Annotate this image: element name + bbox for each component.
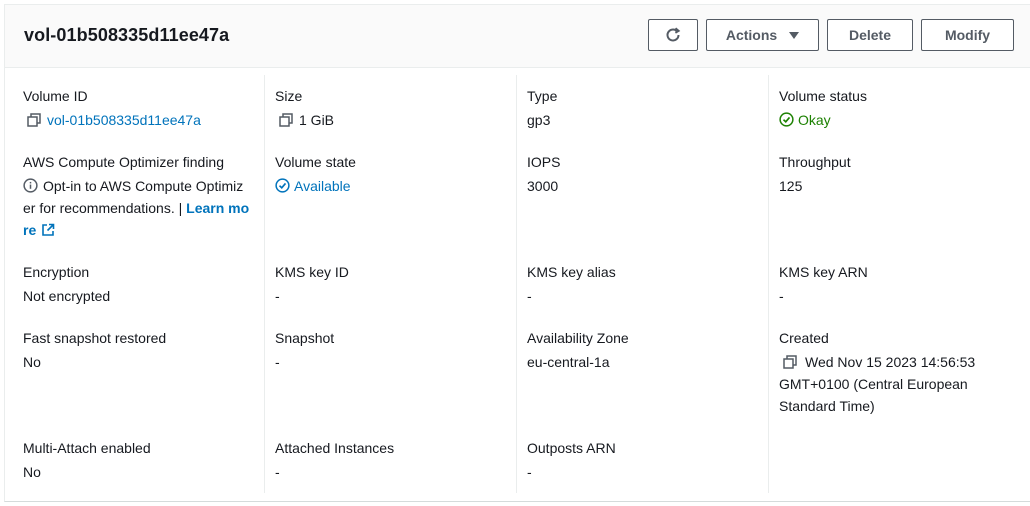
field-value: Wed Nov 15 2023 14:56:53 GMT+0100 (Centr… — [779, 351, 1014, 417]
field-value: Okay — [779, 109, 1014, 131]
caret-down-icon — [789, 31, 800, 39]
field-value: Available — [275, 175, 510, 197]
field-value: eu-central-1a — [527, 354, 610, 370]
created-line-1: Wed Nov 15 2023 14:56:53 — [805, 354, 976, 370]
field-type: Type gp3 — [527, 85, 762, 131]
field-kms-key-id: KMS key ID - — [275, 261, 510, 307]
field-kms-key-arn: KMS key ARN - — [779, 261, 1014, 307]
field-label: Size — [275, 88, 303, 104]
field-value: - — [275, 354, 280, 370]
field-value: - — [779, 288, 784, 304]
field-value: 1 GiB — [275, 109, 510, 131]
field-value: 3000 — [527, 178, 559, 194]
field-value: - — [527, 288, 532, 304]
field-volume-id: Volume ID vol-01b508335d11ee47a — [23, 85, 258, 131]
field-kms-key-alias: KMS key alias - — [527, 261, 762, 307]
field-label: Volume status — [779, 88, 867, 104]
field-value: - — [275, 464, 280, 480]
refresh-button[interactable] — [648, 19, 698, 51]
field-label: KMS key ID — [275, 264, 349, 280]
field-label: Availability Zone — [527, 330, 629, 346]
field-label: Created — [779, 330, 829, 346]
field-label: KMS key alias — [527, 264, 616, 280]
created-line-3: Standard Time) — [779, 398, 875, 414]
field-volume-state: Volume state Available — [275, 151, 510, 197]
field-label: AWS Compute Optimizer finding — [23, 154, 224, 170]
learn-more-link-cont[interactable]: re — [23, 222, 36, 238]
field-created: Created Wed Nov 15 2023 14:56:53 GMT+010… — [779, 327, 1014, 417]
field-attached-instances: Attached Instances - — [275, 437, 510, 483]
volume-details-panel: vol-01b508335d11ee47a Actions Delete Mod… — [4, 4, 1030, 502]
field-label: Volume ID — [23, 88, 88, 104]
page-title: vol-01b508335d11ee47a — [24, 25, 230, 45]
field-label: Throughput — [779, 154, 851, 170]
info-icon — [23, 178, 38, 193]
field-value: vol-01b508335d11ee47a — [23, 109, 258, 131]
field-iops: IOPS 3000 — [527, 151, 762, 197]
field-volume-status: Volume status Okay — [779, 85, 1014, 131]
copy-icon[interactable] — [783, 355, 797, 369]
created-line-2: GMT+0100 (Central European — [779, 376, 968, 392]
status-info-icon — [275, 178, 290, 193]
actions-label: Actions — [725, 27, 778, 43]
column-divider — [768, 75, 769, 493]
field-value: Not encrypted — [23, 288, 111, 304]
status-ok-icon — [779, 112, 794, 127]
size-value: 1 GiB — [299, 112, 335, 128]
field-value: No — [23, 354, 41, 370]
actions-button[interactable]: Actions — [706, 19, 819, 51]
field-value: - — [527, 464, 532, 480]
refresh-icon — [666, 27, 681, 42]
field-outposts-arn: Outposts ARN - — [527, 437, 762, 483]
field-fast-snapshot: Fast snapshot restored No — [23, 327, 258, 373]
field-label: Outposts ARN — [527, 440, 616, 456]
external-link-icon[interactable] — [41, 223, 55, 237]
panel-header: vol-01b508335d11ee47a Actions Delete Mod… — [5, 5, 1030, 68]
field-label: Attached Instances — [275, 440, 395, 456]
field-optimizer: AWS Compute Optimizer finding Opt-in to … — [23, 151, 258, 241]
field-value: 125 — [779, 178, 803, 194]
field-value: - — [275, 288, 280, 304]
copy-icon[interactable] — [279, 113, 293, 127]
field-value: gp3 — [527, 112, 551, 128]
field-label: Multi-Attach enabled — [23, 440, 151, 456]
field-label: IOPS — [527, 154, 561, 170]
optimizer-text-2: er for recommendations. | — [23, 200, 187, 216]
volume-id-link[interactable]: vol-01b508335d11ee47a — [47, 112, 201, 128]
column-divider — [516, 75, 517, 493]
field-label: Encryption — [23, 264, 90, 280]
status-text: Okay — [798, 112, 831, 128]
optimizer-text-1: Opt-in to AWS Compute Optimiz — [43, 178, 244, 194]
state-text: Available — [294, 178, 351, 194]
field-value: No — [23, 464, 41, 480]
field-encryption: Encryption Not encrypted — [23, 261, 258, 307]
field-value: Opt-in to AWS Compute Optimiz er for rec… — [23, 175, 255, 241]
delete-button[interactable]: Delete — [827, 19, 913, 51]
field-availability-zone: Availability Zone eu-central-1a — [527, 327, 762, 373]
column-divider — [264, 75, 265, 493]
field-snapshot: Snapshot - — [275, 327, 510, 373]
field-multi-attach: Multi-Attach enabled No — [23, 437, 258, 483]
learn-more-link[interactable]: Learn mo — [186, 200, 249, 216]
field-label: Fast snapshot restored — [23, 330, 167, 346]
field-label: Type — [527, 88, 558, 104]
field-size: Size 1 GiB — [275, 85, 510, 131]
field-label: Snapshot — [275, 330, 335, 346]
copy-icon[interactable] — [27, 113, 41, 127]
field-label: Volume state — [275, 154, 356, 170]
field-throughput: Throughput 125 — [779, 151, 1014, 197]
modify-button[interactable]: Modify — [921, 19, 1014, 51]
field-label: KMS key ARN — [779, 264, 868, 280]
